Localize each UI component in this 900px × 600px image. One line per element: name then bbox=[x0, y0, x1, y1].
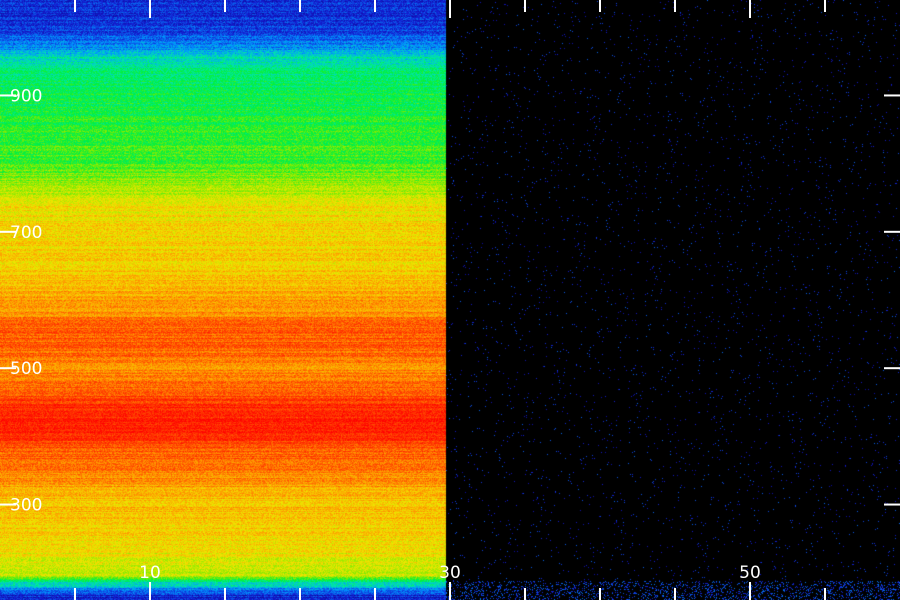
x-tick-label: 10 bbox=[139, 563, 161, 583]
x-tick-label: 30 bbox=[439, 563, 461, 583]
x-tick-label: 50 bbox=[739, 563, 761, 583]
y-tick-label: 900 bbox=[10, 86, 42, 106]
y-tick-label: 500 bbox=[10, 359, 42, 379]
y-tick-label: 700 bbox=[10, 223, 42, 243]
y-tick-label: 300 bbox=[10, 496, 42, 516]
axes-overlay: 10 30 50 300 500 700 900 bbox=[0, 0, 900, 600]
